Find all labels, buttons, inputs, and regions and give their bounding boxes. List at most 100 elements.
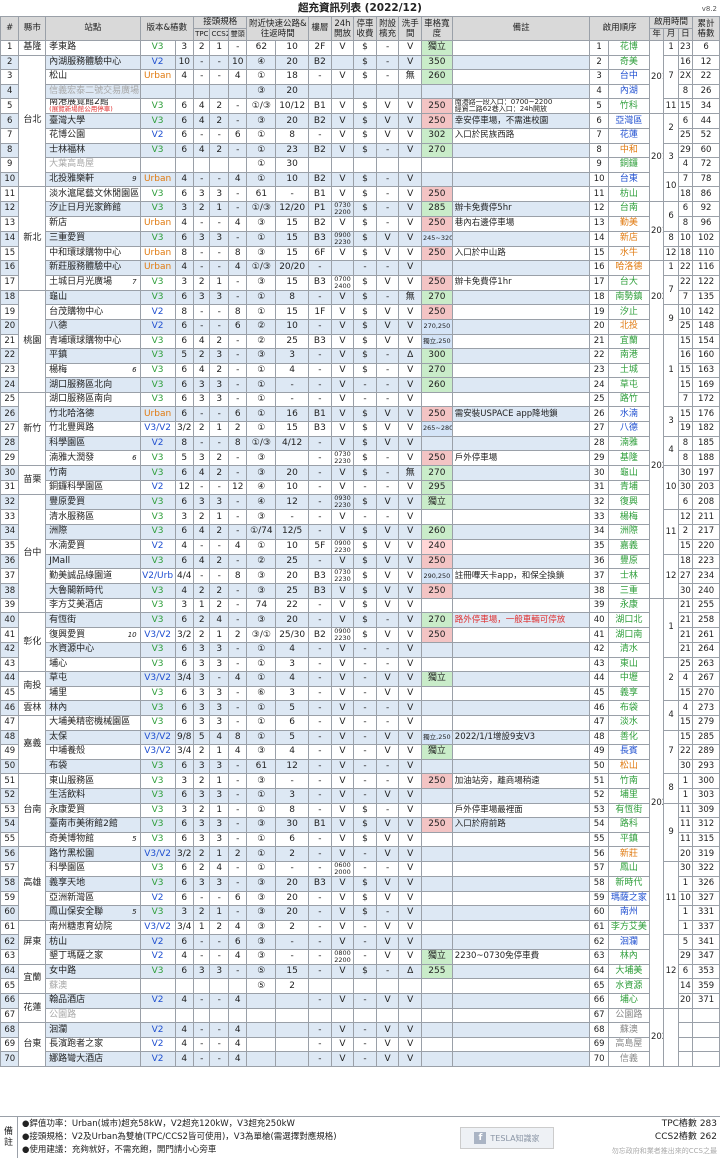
row-number: 58 bbox=[0, 875, 20, 892]
version-cell: V2 bbox=[139, 1051, 176, 1068]
station-name-cell: 竹北豐興路 bbox=[45, 421, 141, 437]
row-number: 70 bbox=[0, 1051, 20, 1068]
stall-count: 6 bbox=[174, 142, 195, 159]
dual-count: 2 bbox=[227, 846, 248, 862]
table-row: 12 汐止日月光家飾館 V3 3 2 1- ①/③ 12/20 P1 0730 2200 $ - V 28… bbox=[0, 200, 720, 262]
remark-cell bbox=[451, 348, 591, 364]
dual-count: - bbox=[227, 714, 248, 731]
stall-count: 6 bbox=[174, 289, 195, 306]
parking-fee-cell bbox=[353, 978, 377, 995]
remark-text-2: 經貿二路62巷入口：24h開放 bbox=[454, 105, 548, 114]
nearby-highway: ③ bbox=[246, 245, 277, 262]
table-row: 55 奇美博物館 5 V3 6 3 3- ① 6- V $ V V 55 平鎮 11 315 bbox=[0, 831, 720, 848]
table-row: 4 信義宏泰二號交易廣場 ③ 20 4 內湖 8 26 bbox=[0, 83, 720, 100]
row-number: 38 bbox=[0, 583, 20, 599]
restroom-cell: V bbox=[398, 700, 422, 716]
floor-cell: - bbox=[308, 69, 332, 85]
table-row: 42 水資源中心 V3 6 3 3- ① 4- V - - V 42 清水 21 264 bbox=[0, 642, 720, 658]
dual-count: 4 bbox=[227, 1051, 248, 1068]
cumulative-cell: 26 bbox=[692, 83, 720, 100]
month-cell: 3 bbox=[663, 406, 679, 437]
travel-time: 3 bbox=[275, 348, 310, 364]
row-number: 1 bbox=[0, 40, 20, 56]
restroom-cell: V bbox=[398, 993, 422, 1009]
day-cell: 18 bbox=[677, 186, 694, 202]
width-cell bbox=[420, 831, 453, 848]
month-cell: 11 bbox=[663, 860, 679, 936]
table-row: 29 湳雅大潤發 6 V3 5 3 2- ③ -0730 2230 $ - V 250 戶外停車場 29 基隆… bbox=[0, 450, 720, 467]
stall-count: 6 bbox=[174, 230, 195, 247]
travel-time: 8 bbox=[275, 127, 310, 144]
restroom-cell: Δ bbox=[398, 348, 422, 364]
remark-cell: 加油站旁，離商場稍遠 bbox=[451, 773, 591, 789]
day-cell: 22 bbox=[677, 260, 694, 276]
stall-count: 6 bbox=[174, 612, 195, 628]
table-row: 41 復興愛買 10 V3/V2 3/2 2 1 2 ③/① 25/30 B2 0900 2230 $ V… bbox=[0, 627, 720, 643]
month-cell: 4 bbox=[663, 700, 679, 731]
nearby-highway: ①/③ bbox=[246, 260, 277, 276]
parking-fee-cell: $ bbox=[353, 553, 377, 570]
order-name: 水牛 bbox=[607, 245, 650, 262]
rain-cell: V bbox=[375, 831, 400, 848]
row-number: 49 bbox=[0, 744, 20, 760]
station-name: 臺南市美術館2館 bbox=[49, 819, 118, 830]
parking-fee-cell: - bbox=[353, 934, 377, 950]
restroom-cell: V bbox=[398, 54, 422, 71]
nearby-highway: ⑤ bbox=[246, 963, 277, 980]
table-row: 6 臺灣大學 V3 6 4 2- ③ 20 B2 V $ V V 250 幸安停車場，不需進校園 6 亞灣區 20… bbox=[0, 113, 720, 202]
remark-text: 辦卡免費停5hr bbox=[454, 203, 512, 214]
order-name: 楊梅 bbox=[607, 509, 650, 526]
nearby-highway: ① bbox=[246, 171, 277, 188]
tpc-count: - bbox=[193, 318, 211, 335]
ccs2-count: 1 bbox=[209, 200, 229, 217]
order-number: 65 bbox=[589, 978, 609, 995]
stall-count: 6 bbox=[174, 831, 195, 848]
rain-cell: V bbox=[375, 948, 400, 965]
cumulative-cell: 220 bbox=[692, 538, 720, 555]
ccs2-count: - bbox=[209, 260, 229, 276]
station-name-cell: 林內 bbox=[45, 700, 141, 716]
version-cell: V3 bbox=[139, 524, 176, 540]
restroom-cell: V bbox=[398, 612, 422, 628]
station-name: 平鎮 bbox=[49, 350, 68, 361]
stall-count: 4 bbox=[174, 538, 195, 555]
open24-cell: V bbox=[330, 744, 355, 760]
width-cell bbox=[420, 700, 453, 716]
width-cell bbox=[420, 685, 453, 702]
remark-cell bbox=[451, 714, 591, 731]
table-row: 28 科學園區 V2 8- -8 ①/③ 4/12- V $ V V 28 湳雅 4 8 185 bbox=[0, 435, 720, 467]
ccs2-count bbox=[209, 83, 229, 100]
remark-cell: 2022/1/1增設9支V3 bbox=[451, 729, 591, 746]
parking-fee-cell: $ bbox=[353, 40, 377, 56]
floor-cell: - bbox=[308, 919, 332, 936]
rain-cell: - bbox=[375, 465, 400, 481]
station-name-cell: 青埔環球購物中心 bbox=[45, 333, 141, 350]
order-number: 5 bbox=[589, 98, 609, 115]
open24-cell: V bbox=[330, 142, 355, 159]
ccs2-count: - bbox=[209, 1051, 229, 1068]
remark-cell bbox=[451, 875, 591, 892]
order-name: 宜蘭 bbox=[607, 333, 650, 350]
travel-time: 12/5 bbox=[275, 524, 310, 540]
open24-cell: 0730 2200 bbox=[330, 200, 355, 217]
stall-count: 8 bbox=[174, 304, 195, 320]
nearby-highway: ①/74 bbox=[246, 524, 277, 540]
remark-cell bbox=[451, 905, 591, 921]
tpc-count: 2 bbox=[193, 802, 211, 819]
rain-cell: V bbox=[375, 627, 400, 643]
floor-cell: 1F bbox=[308, 304, 332, 320]
dual-count: 2 bbox=[227, 627, 248, 643]
day-cell: 15 bbox=[677, 98, 694, 115]
cumulative-cell: 169 bbox=[692, 377, 720, 393]
remark-cell bbox=[451, 1022, 591, 1038]
order-number: 31 bbox=[589, 479, 609, 496]
station-name: JMall bbox=[49, 555, 71, 566]
nearby-highway: ③ bbox=[246, 465, 277, 481]
version-cell: V3/V2 bbox=[139, 729, 176, 746]
ccs2-count: 3 bbox=[209, 289, 229, 306]
order-name: 豐原 bbox=[607, 553, 650, 570]
cumulative-cell: 172 bbox=[692, 391, 720, 408]
col-ccs2: CCS2 bbox=[209, 28, 229, 41]
footer-note-power: ●銲值功率：Urban(城市)超充58kW，V2超充120kW，V3超充250k… bbox=[22, 1119, 295, 1129]
month-cell: 8 bbox=[663, 230, 679, 247]
